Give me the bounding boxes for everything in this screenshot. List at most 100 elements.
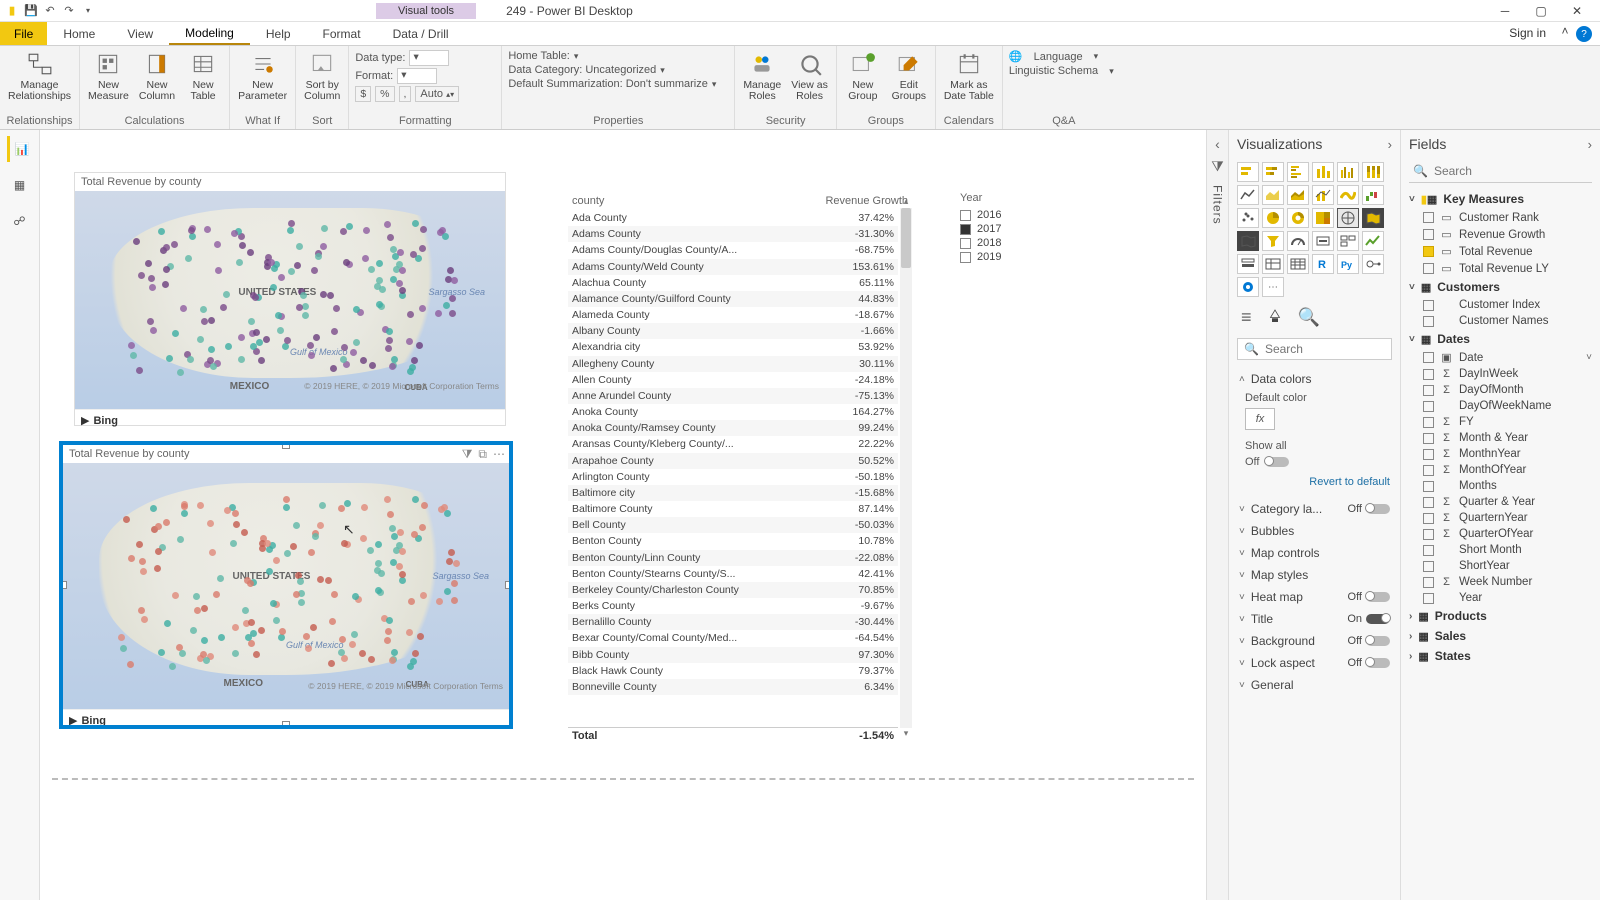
field-customer-names[interactable]: Customer Names (1401, 313, 1600, 329)
viz-funnel[interactable] (1262, 231, 1284, 251)
field-checkbox[interactable] (1423, 385, 1434, 396)
new-measure-button[interactable]: New Measure (86, 48, 131, 104)
slicer-option[interactable]: 2018 (960, 236, 1080, 250)
analytics-tab-icon[interactable]: 🔍 (1298, 307, 1320, 330)
chevron-left-icon[interactable]: ‹ (1215, 136, 1220, 152)
menu-tab-modeling[interactable]: Modeling (169, 22, 250, 45)
fields-search[interactable]: 🔍 (1409, 162, 1592, 183)
viz-card[interactable] (1312, 231, 1334, 251)
table-row[interactable]: Adams County-31.30% (568, 226, 898, 242)
fields-table-key-measures[interactable]: ˅▮▦Key Measures (1401, 189, 1600, 209)
field-checkbox[interactable] (1423, 577, 1434, 588)
viz-stacked-col[interactable] (1312, 162, 1334, 182)
field-checkbox[interactable] (1423, 513, 1434, 524)
field-dayofweekname[interactable]: DayOfWeekName (1401, 398, 1600, 414)
field-fy[interactable]: ΣFY (1401, 414, 1600, 430)
report-view-icon[interactable]: 📊 (7, 136, 33, 162)
decimal-auto[interactable]: Auto ▴▾ (415, 86, 459, 102)
new-column-button[interactable]: New Column (137, 48, 177, 104)
currency-button[interactable]: $ (355, 86, 371, 102)
datatype-dropdown[interactable]: ▾ (409, 50, 449, 66)
linguistic-schema-dropdown[interactable]: Linguistic Schema ▾ (1009, 65, 1119, 77)
field-year[interactable]: Year (1401, 590, 1600, 606)
save-icon[interactable]: 💾 (23, 3, 39, 19)
table-row[interactable]: Berkeley County/Charleston County70.85% (568, 582, 898, 598)
table-row[interactable]: Anoka County/Ramsey County99.24% (568, 420, 898, 436)
viz-scatter[interactable] (1237, 208, 1259, 228)
field-checkbox[interactable] (1423, 352, 1434, 363)
table-row[interactable]: Anoka County164.27% (568, 404, 898, 420)
table-row[interactable]: Anne Arundel County-75.13% (568, 388, 898, 404)
slicer-option[interactable]: 2019 (960, 250, 1080, 264)
table-row[interactable]: Alexandria city53.92% (568, 339, 898, 355)
field-customer-index[interactable]: Customer Index (1401, 297, 1600, 313)
table-row[interactable]: Baltimore city-15.68% (568, 485, 898, 501)
viz-table[interactable] (1262, 254, 1284, 274)
table-row[interactable]: Albany County-1.66% (568, 323, 898, 339)
field-checkbox[interactable] (1423, 369, 1434, 380)
edit-groups-button[interactable]: Edit Groups (889, 48, 929, 104)
viz-gauge[interactable] (1287, 231, 1309, 251)
viz-stacked-area[interactable] (1287, 185, 1309, 205)
viz-clustered-bar[interactable] (1287, 162, 1309, 182)
showall-toggle[interactable] (1265, 457, 1289, 467)
fields-tab-icon[interactable]: ≡ (1241, 307, 1252, 330)
field-quarternyear[interactable]: ΣQuarternYear (1401, 510, 1600, 526)
help-icon[interactable]: ? (1576, 26, 1592, 42)
format-tab-icon[interactable] (1266, 307, 1284, 330)
viz-key-influencer[interactable] (1362, 254, 1384, 274)
table-scrollbar[interactable]: ▴▾ (900, 208, 912, 728)
field-total-revenue-ly[interactable]: ▭Total Revenue LY (1401, 260, 1600, 277)
fields-table-products[interactable]: ›▦Products (1401, 606, 1600, 626)
summ-dropdown[interactable]: ▾ (712, 79, 717, 90)
field-total-revenue[interactable]: ▭Total Revenue (1401, 243, 1600, 260)
table-row[interactable]: Arapahoe County50.52% (568, 453, 898, 469)
viz-stacked-bar[interactable] (1237, 162, 1259, 182)
new-parameter-button[interactable]: New Parameter (236, 48, 289, 104)
chevron-down-icon[interactable]: ˅ (1586, 352, 1592, 363)
field-quarter-year[interactable]: ΣQuarter & Year (1401, 494, 1600, 510)
field-monthnyear[interactable]: ΣMonthnYear (1401, 446, 1600, 462)
field-monthofyear[interactable]: ΣMonthOfYear (1401, 462, 1600, 478)
category-labels-section[interactable]: ˅Category la...Off (1239, 498, 1390, 520)
slicer-option[interactable]: 2016 (960, 208, 1080, 222)
menu-tab-help[interactable]: Help (250, 22, 307, 45)
table-row[interactable]: Berks County-9.67% (568, 598, 898, 614)
field-checkbox[interactable] (1423, 465, 1434, 476)
menu-tab-home[interactable]: Home (47, 22, 111, 45)
viz-combo[interactable] (1312, 185, 1334, 205)
viz-matrix[interactable] (1287, 254, 1309, 274)
viz-slicer[interactable] (1237, 254, 1259, 274)
manage-roles-button[interactable]: Manage Roles (741, 48, 783, 104)
table-row[interactable]: Allegheny County30.11% (568, 356, 898, 372)
viz-ribbon[interactable] (1337, 185, 1359, 205)
format-search[interactable]: 🔍 (1237, 338, 1392, 360)
menu-tab-data-drill[interactable]: Data / Drill (377, 22, 465, 45)
viz-map[interactable] (1337, 208, 1359, 228)
field-date[interactable]: ▣Date˅ (1401, 349, 1600, 366)
map-controls-section[interactable]: ˅Map controls (1239, 542, 1390, 564)
new-table-button[interactable]: New Table (183, 48, 223, 104)
undo-icon[interactable]: ↶ (42, 3, 58, 19)
table-row[interactable]: Allen County-24.18% (568, 372, 898, 388)
model-view-icon[interactable]: ☍ (7, 208, 33, 234)
field-checkbox[interactable] (1423, 401, 1434, 412)
viz-shape-map[interactable] (1237, 231, 1259, 251)
field-checkbox[interactable] (1423, 212, 1434, 223)
table-row[interactable]: Benton County/Linn County-22.08% (568, 550, 898, 566)
viz-arcgis[interactable] (1237, 277, 1259, 297)
field-dayinweek[interactable]: ΣDayInWeek (1401, 366, 1600, 382)
slicer-option[interactable]: 2017 (960, 222, 1080, 236)
field-checkbox[interactable] (1423, 229, 1434, 240)
default-color-picker[interactable]: fx (1245, 408, 1275, 430)
table-row[interactable]: Alameda County-18.67% (568, 307, 898, 323)
datacat-dropdown[interactable]: ▾ (660, 65, 665, 76)
field-checkbox[interactable] (1423, 433, 1434, 444)
fields-table-dates[interactable]: ˅▦Dates (1401, 329, 1600, 349)
table-row[interactable]: Baltimore County87.14% (568, 501, 898, 517)
table-row[interactable]: Benton County10.78% (568, 533, 898, 549)
viz-more[interactable]: ⋯ (1262, 277, 1284, 297)
viz-pie[interactable] (1262, 208, 1284, 228)
title-section[interactable]: ˅TitleOn (1239, 608, 1390, 630)
sort-by-column-button[interactable]: Sort by Column (302, 48, 342, 104)
